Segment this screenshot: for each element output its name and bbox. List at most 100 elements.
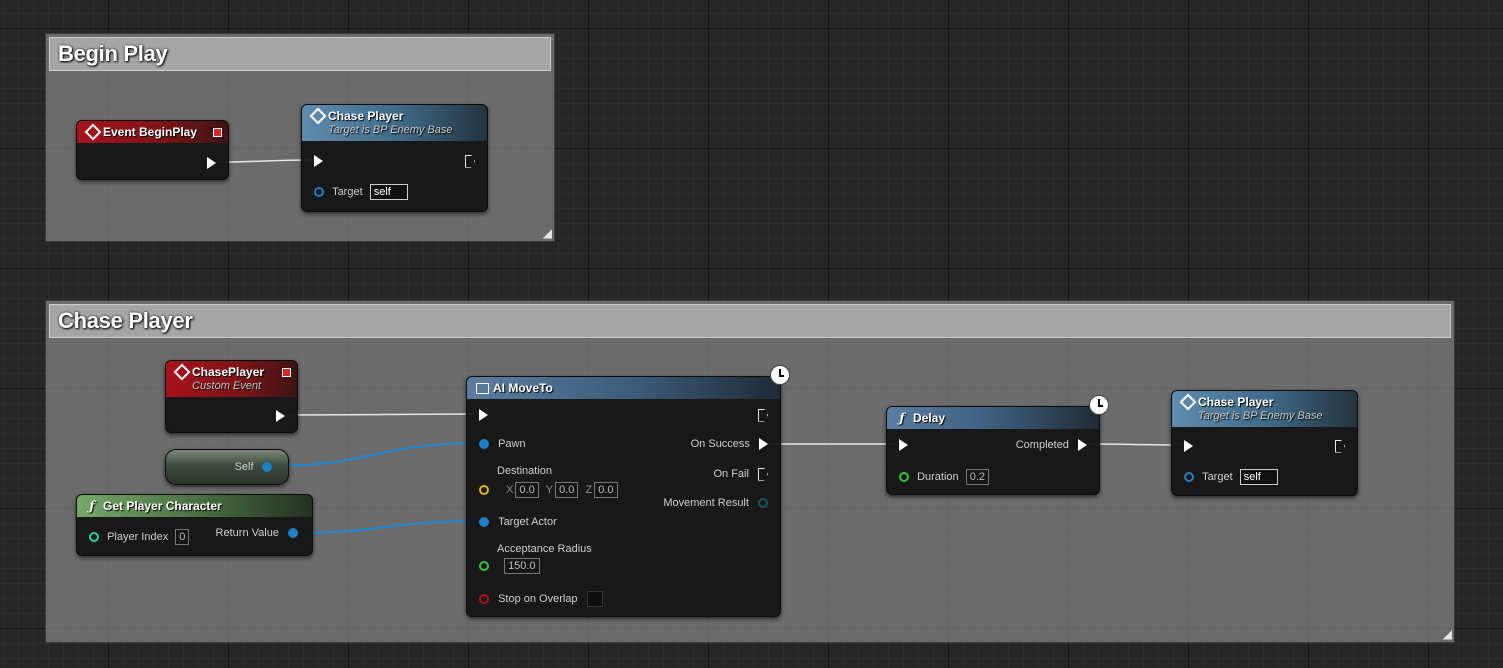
axis-label: X — [506, 484, 514, 497]
chase-player-call-node[interactable]: Chase Player Target is BP Enemy Base Tar… — [1171, 390, 1358, 496]
destination-y-field[interactable]: 0.0 — [555, 482, 579, 499]
self-output-row[interactable]: Self — [235, 459, 272, 475]
object-pin-icon[interactable] — [288, 528, 298, 539]
completed-pin-row[interactable]: Completed — [1016, 437, 1087, 453]
event-diamond-icon — [173, 363, 191, 381]
ai-moveto-node[interactable]: AI MoveTo Pawn On Success Destination On… — [466, 365, 790, 617]
event-diamond-icon — [1179, 393, 1197, 411]
comment-title[interactable]: Chase Player — [49, 304, 1451, 338]
node-title: Get Player Character — [103, 499, 222, 513]
float-pin-icon[interactable] — [479, 561, 489, 572]
exec-pin-icon[interactable] — [759, 438, 768, 451]
node-title: Chase Player — [328, 109, 404, 123]
destination-label-row: Destination — [497, 463, 552, 479]
axis-label: Y — [545, 484, 554, 497]
pin-label: Target — [332, 186, 363, 199]
chaseplayer-custom-event-node[interactable]: ChasePlayer Custom Event — [165, 360, 298, 433]
destination-x-field[interactable]: 0.0 — [515, 482, 539, 499]
on-fail-pin-row[interactable]: On Fail — [713, 466, 768, 482]
int-pin-icon[interactable] — [89, 532, 99, 543]
target-actor-pin-row[interactable]: Target Actor — [479, 514, 557, 530]
pin-label: On Success — [690, 438, 750, 451]
exec-pin-icon[interactable] — [314, 155, 323, 168]
destination-z-field[interactable]: 0.0 — [594, 482, 618, 499]
node-subtitle: Target is BP Enemy Base — [328, 124, 453, 136]
object-pin-icon[interactable] — [1184, 472, 1194, 483]
chase-player-call-node[interactable]: Chase Player Target is BP Enemy Base Tar… — [301, 104, 488, 212]
pin-label: Pawn — [498, 438, 526, 451]
stop-on-overlap-checkbox[interactable] — [586, 591, 603, 608]
exec-pin-icon[interactable] — [758, 408, 768, 422]
delay-node[interactable]: ƒ Delay Completed Duration 0.2 — [886, 395, 1109, 495]
resize-grip-icon[interactable]: ◢ — [1440, 628, 1452, 640]
float-pin-icon[interactable] — [899, 472, 909, 483]
enum-pin-icon[interactable] — [758, 498, 768, 509]
target-field[interactable]: self — [369, 184, 408, 201]
comment-title[interactable]: Begin Play — [49, 37, 551, 71]
on-success-pin-row[interactable]: On Success — [691, 436, 768, 452]
return-value-row[interactable]: Return Value — [216, 525, 298, 541]
target-pin-row[interactable]: Target self — [314, 184, 408, 201]
node-subtitle: Target is BP Enemy Base — [1198, 410, 1323, 422]
vector-pin-icon[interactable] — [479, 485, 489, 496]
node-subtitle: Custom Event — [192, 380, 262, 392]
resize-grip-icon[interactable]: ◢ — [540, 227, 552, 239]
duration-field[interactable]: 0.2 — [965, 469, 989, 486]
macro-icon — [475, 381, 489, 395]
node-header: Chase Player Target is BP Enemy Base — [1172, 391, 1357, 427]
duration-pin-row[interactable]: Duration 0.2 — [899, 469, 989, 486]
pin-label: Player Index — [107, 531, 169, 544]
exec-input-pin[interactable] — [899, 437, 908, 453]
self-reference-node[interactable]: Self — [165, 449, 289, 485]
axis-label: Z — [585, 484, 593, 497]
exec-pin-icon[interactable] — [276, 410, 285, 423]
pin-label: Return Value — [215, 527, 279, 540]
exec-output-pin[interactable] — [276, 408, 285, 424]
delegate-pin-icon[interactable] — [213, 128, 222, 137]
exec-pin-icon[interactable] — [758, 467, 768, 481]
clock-icon — [1089, 395, 1109, 415]
target-pin-row[interactable]: Target self — [1184, 469, 1278, 486]
event-diamond-icon — [309, 107, 327, 125]
exec-input-pin[interactable] — [479, 407, 488, 423]
exec-pin-icon[interactable] — [1184, 440, 1193, 453]
pawn-pin-row[interactable]: Pawn — [479, 436, 526, 452]
node-header: ƒ Get Player Character — [77, 495, 312, 517]
movement-result-pin-row[interactable]: Movement Result — [663, 495, 768, 511]
object-pin-icon[interactable] — [314, 187, 324, 198]
exec-pin-icon[interactable] — [1335, 439, 1345, 453]
exec-output-pin[interactable] — [207, 155, 216, 171]
object-pin-icon[interactable] — [479, 517, 489, 528]
exec-pin-icon[interactable] — [465, 154, 475, 168]
pin-label: Stop on Overlap — [498, 593, 578, 606]
object-pin-icon[interactable] — [479, 439, 489, 450]
object-pin-icon[interactable] — [262, 462, 272, 472]
node-header: ƒ Delay — [887, 407, 1099, 429]
target-field[interactable]: self — [1239, 469, 1278, 486]
exec-output-pin[interactable] — [758, 407, 768, 423]
player-index-row[interactable]: Player Index 0 — [89, 529, 190, 546]
exec-input-pin[interactable] — [1184, 438, 1193, 454]
exec-pin-icon[interactable] — [207, 157, 216, 170]
pin-label: On Fail — [713, 468, 749, 481]
exec-pin-icon[interactable] — [479, 409, 488, 422]
node-title: AI MoveTo — [493, 381, 553, 395]
destination-pin-row[interactable]: X 0.0 Y 0.0 Z 0.0 — [479, 482, 618, 499]
acceptance-radius-pin-row[interactable]: 150.0 — [479, 558, 540, 575]
acceptance-radius-field[interactable]: 150.0 — [504, 558, 540, 575]
get-player-character-node[interactable]: ƒ Get Player Character Player Index 0 Re… — [76, 494, 313, 556]
acceptance-radius-label-row: Acceptance Radius — [497, 541, 592, 557]
exec-output-pin[interactable] — [465, 153, 475, 169]
exec-output-pin[interactable] — [1335, 438, 1345, 454]
exec-pin-icon[interactable] — [899, 439, 908, 452]
player-index-field[interactable]: 0 — [175, 529, 190, 546]
exec-input-pin[interactable] — [314, 153, 323, 169]
bool-pin-icon[interactable] — [479, 594, 489, 605]
node-header: Chase Player Target is BP Enemy Base — [302, 105, 487, 141]
delegate-pin-icon[interactable] — [282, 368, 291, 377]
stop-on-overlap-pin-row[interactable]: Stop on Overlap — [479, 591, 603, 608]
exec-pin-icon[interactable] — [1078, 439, 1087, 452]
event-beginplay-node[interactable]: Event BeginPlay — [76, 120, 229, 180]
pin-label: Target Actor — [498, 516, 557, 529]
node-header: ChasePlayer Custom Event — [166, 361, 297, 397]
